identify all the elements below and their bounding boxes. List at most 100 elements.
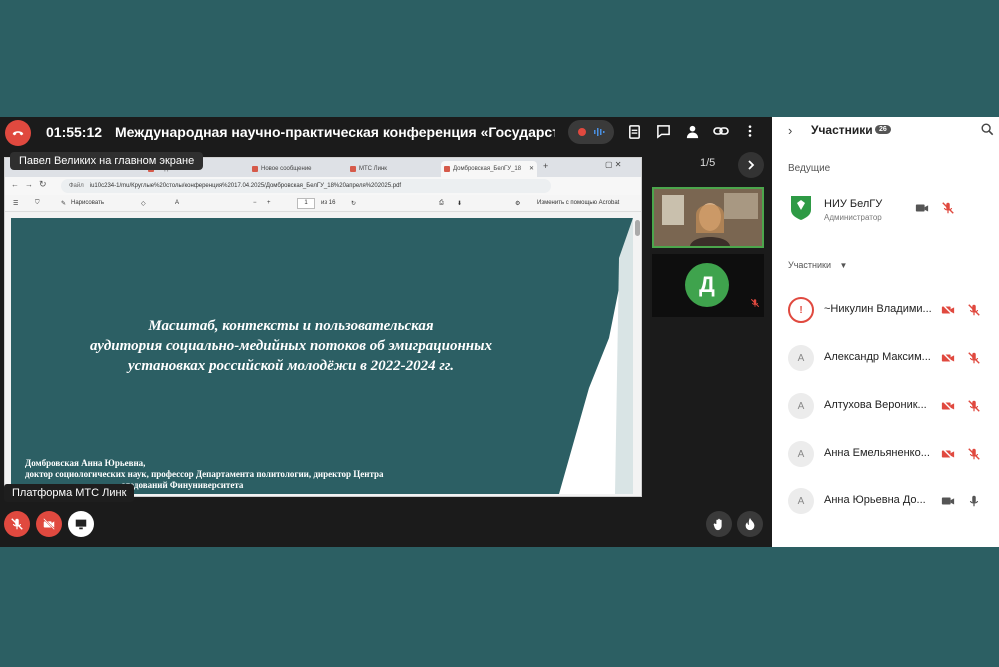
chat-button[interactable] xyxy=(653,121,673,141)
settings-icon[interactable]: ⚙ xyxy=(515,200,520,207)
flame-icon xyxy=(745,517,755,531)
camera-off-icon[interactable] xyxy=(940,350,956,366)
university-logo-icon xyxy=(791,196,811,220)
url-field[interactable]: Файл iu10c234-1/mu/Круглые%20столы/конфер… xyxy=(61,179,551,193)
warning-icon: ! xyxy=(788,297,814,323)
more-vertical-icon xyxy=(748,125,752,137)
nav-back-icon[interactable]: ← xyxy=(11,180,19,189)
panel-title: Участники xyxy=(811,123,873,137)
call-timer: 01:55:12 xyxy=(46,124,103,140)
camera-off-icon[interactable] xyxy=(940,398,956,414)
participant-name: Алтухова Вероник... xyxy=(824,399,927,411)
zoom-in-icon[interactable]: + xyxy=(267,200,271,206)
slide-title: Масштаб, контексты и пользовательская ау… xyxy=(89,318,493,374)
video-feed xyxy=(654,189,762,246)
participant-row[interactable]: ! ~Никулин Владими... xyxy=(772,295,999,325)
browser-tab[interactable]: Новое сообщение xyxy=(249,161,345,177)
presentation-slide: Масштаб, контексты и пользовательская ау… xyxy=(11,218,633,494)
host-row[interactable]: НИУ БелГУ Администратор xyxy=(772,193,999,223)
participant-name: Александр Максим... xyxy=(824,351,931,363)
link-icon xyxy=(713,127,729,135)
monitor-icon xyxy=(75,519,87,530)
menu-icon[interactable]: ☰ xyxy=(13,200,18,207)
person-icon xyxy=(686,125,698,138)
avatar: Д xyxy=(685,263,729,307)
camera-toggle-button[interactable] xyxy=(36,511,62,537)
hangup-button[interactable] xyxy=(5,120,31,146)
browser-addressbar: ← → ↻ Файл iu10c234-1/mu/Круглые%20столы/… xyxy=(5,177,641,195)
mic-off-icon xyxy=(11,518,23,530)
camera-icon[interactable] xyxy=(914,200,930,216)
clipboard-icon xyxy=(628,124,640,139)
draw-icon[interactable]: ✎ xyxy=(61,200,66,207)
clipboard-button[interactable] xyxy=(624,121,644,141)
platform-label: Платформа МТС Линк xyxy=(4,484,135,502)
pdf-toolbar: ☰ ⛉ ✎ Нарисовать ◇ A − + 1 из 16 ↻ ⎙ ⬇ ⚙… xyxy=(5,195,641,212)
text-icon[interactable]: A xyxy=(175,200,179,206)
chevron-right-icon xyxy=(748,160,755,170)
mic-toggle-button[interactable] xyxy=(4,511,30,537)
zoom-out-icon[interactable]: − xyxy=(253,200,257,206)
phone-hangup-icon xyxy=(12,131,24,136)
participant-video-tile[interactable] xyxy=(652,187,764,248)
participant-row[interactable]: А Александр Максим... xyxy=(772,343,999,373)
close-icon[interactable]: ✕ xyxy=(529,161,534,177)
search-icon[interactable] xyxy=(980,122,994,141)
participant-row[interactable]: А Алтухова Вероник... xyxy=(772,391,999,421)
mic-off-icon[interactable] xyxy=(940,200,956,216)
rotate-icon[interactable]: ↻ xyxy=(351,200,356,207)
reactions-button[interactable] xyxy=(737,511,763,537)
caret-down-icon: ▼ xyxy=(839,261,848,270)
screen-pagination: 1/5 xyxy=(700,157,716,169)
mic-icon[interactable] xyxy=(966,493,982,509)
avatar: А xyxy=(788,488,814,514)
participant-avatar-tile[interactable]: Д xyxy=(652,254,764,317)
camera-off-icon[interactable] xyxy=(940,302,956,318)
camera-off-icon[interactable] xyxy=(940,446,956,462)
save-icon[interactable]: ⬇ xyxy=(457,200,462,207)
window-controls-icon[interactable]: ▢ ✕ xyxy=(605,160,621,169)
more-options-button[interactable] xyxy=(740,121,760,141)
link-button[interactable] xyxy=(711,121,731,141)
acrobat-button[interactable]: Изменить с помощью Acrobat xyxy=(537,200,619,206)
participant-row[interactable]: А Анна Юрьевна До... xyxy=(772,486,999,516)
new-tab-icon[interactable]: + xyxy=(543,161,548,171)
record-dot-icon xyxy=(577,128,586,136)
participant-name: ~Никулин Владими... xyxy=(824,303,932,315)
page-number-input[interactable]: 1 xyxy=(297,198,315,209)
participant-name: Анна Емельяненко... xyxy=(824,447,930,459)
mic-off-icon[interactable] xyxy=(966,398,982,414)
participant-row[interactable]: А Анна Емельяненко... xyxy=(772,439,999,469)
draw-button[interactable]: Нарисовать xyxy=(71,200,104,206)
next-page-button[interactable] xyxy=(738,152,764,178)
camera-off-icon xyxy=(43,518,55,530)
participants-panel: › Участники 26 Ведущие НИУ БелГУ Админис… xyxy=(772,117,999,547)
participants-button[interactable] xyxy=(682,121,702,141)
nav-forward-icon[interactable]: → xyxy=(25,180,33,189)
participant-role: Администратор xyxy=(824,213,882,222)
shared-screen: Яндекс Новое сообщение МТС Линк Домбровс… xyxy=(4,157,642,497)
mic-off-icon[interactable] xyxy=(966,350,982,366)
hosts-section-label: Ведущие xyxy=(788,163,831,174)
mic-off-icon xyxy=(750,295,760,313)
browser-tab[interactable]: МТС Линк xyxy=(347,161,439,177)
eraser-icon[interactable]: ◇ xyxy=(141,200,146,207)
presenter-label: Павел Великих на главном экране xyxy=(10,152,204,170)
participants-section-label[interactable]: Участники ▼ xyxy=(788,260,847,270)
mic-off-icon[interactable] xyxy=(966,446,982,462)
audio-wave-icon xyxy=(593,128,604,136)
print-icon[interactable]: ⎙ xyxy=(439,200,444,207)
participants-count-badge: 26 xyxy=(875,125,891,134)
recording-indicator[interactable] xyxy=(568,120,614,144)
raise-hand-button[interactable] xyxy=(706,511,732,537)
filter-icon[interactable]: ⛉ xyxy=(35,200,40,207)
chevron-right-icon[interactable]: › xyxy=(788,123,792,138)
pdf-scrollbar[interactable] xyxy=(635,220,640,236)
browser-tab-active[interactable]: Домбровская_БелГУ_18 ✕ xyxy=(441,161,537,177)
reload-icon[interactable]: ↻ xyxy=(39,179,47,190)
mic-off-icon[interactable] xyxy=(966,302,982,318)
avatar: А xyxy=(788,441,814,467)
screen-share-button[interactable] xyxy=(68,511,94,537)
camera-icon[interactable] xyxy=(940,493,956,509)
avatar: А xyxy=(788,345,814,371)
